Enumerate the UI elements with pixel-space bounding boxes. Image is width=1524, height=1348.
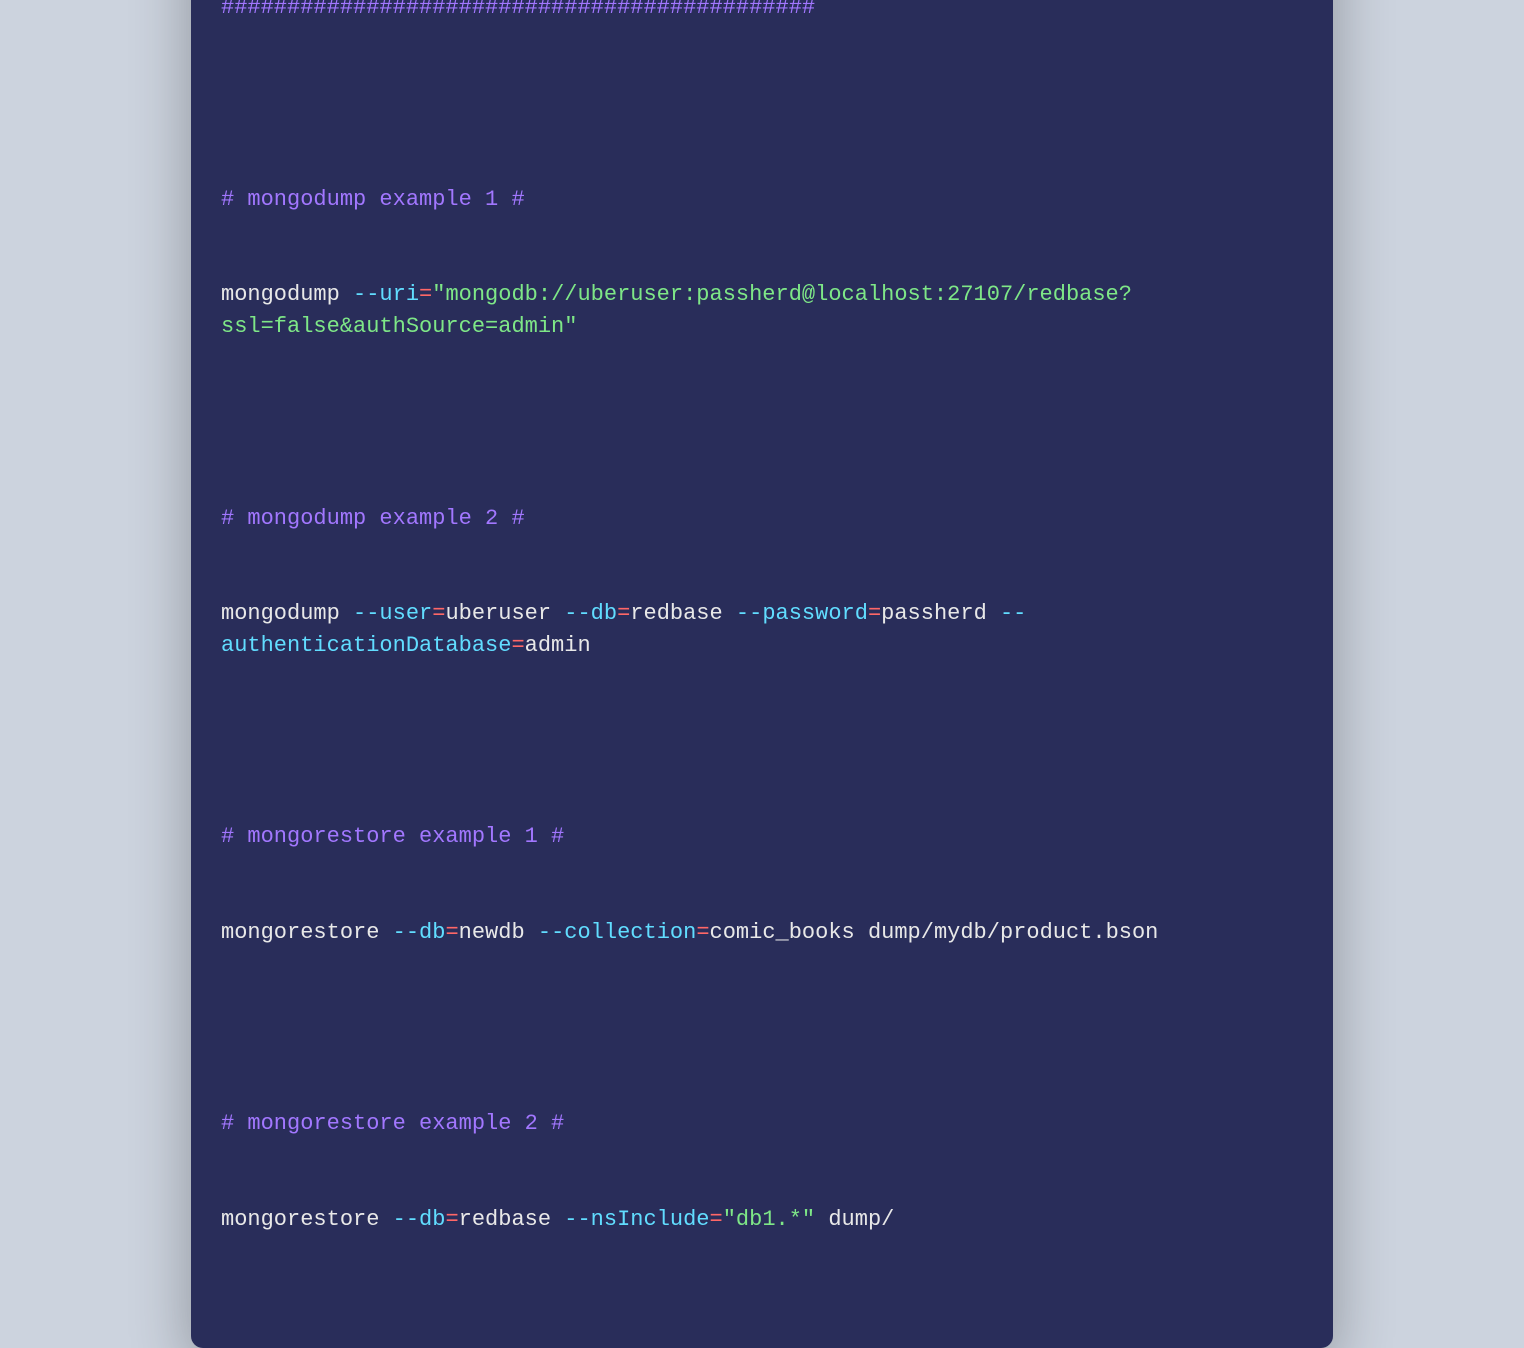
- flag-text: --db: [393, 920, 446, 945]
- val-text: redbase: [630, 601, 736, 626]
- header-hashline-bottom: ########################################…: [221, 0, 1303, 24]
- restore1-comment: # mongorestore example 1 #: [221, 821, 1303, 853]
- val-text: uberuser: [445, 601, 564, 626]
- terminal-content: ########################################…: [191, 0, 1333, 1348]
- eq-text: =: [868, 601, 881, 626]
- string-text: "db1.*": [723, 1207, 815, 1232]
- val-text: redbase: [459, 1207, 565, 1232]
- blank-line: [221, 407, 1303, 439]
- cmd-text: mongorestore: [221, 920, 393, 945]
- val-text: dump/: [815, 1207, 894, 1232]
- eq-text: =: [710, 1207, 723, 1232]
- cmd-text: mongodump: [221, 601, 353, 626]
- flag-text: --: [1000, 601, 1026, 626]
- blank-line: [221, 1013, 1303, 1045]
- eq-text: =: [511, 633, 524, 658]
- val-text: comic_books dump/mydb/product.bson: [710, 920, 1159, 945]
- restore2-command: mongorestore --db=redbase --nsInclude="d…: [221, 1204, 1303, 1236]
- flag-text: authenticationDatabase: [221, 633, 511, 658]
- dump1-comment: # mongodump example 1 #: [221, 184, 1303, 216]
- dump2-comment: # mongodump example 2 #: [221, 503, 1303, 535]
- eq-text: =: [445, 1207, 458, 1232]
- eq-text: =: [419, 282, 432, 307]
- eq-text: =: [617, 601, 630, 626]
- flag-text: --password: [736, 601, 868, 626]
- cmd-text: mongodump: [221, 282, 353, 307]
- eq-text: =: [696, 920, 709, 945]
- flag-text: --user: [353, 601, 432, 626]
- flag-text: --db: [393, 1207, 446, 1232]
- eq-text: =: [445, 920, 458, 945]
- blank-line: [221, 726, 1303, 758]
- val-text: newdb: [459, 920, 538, 945]
- flag-text: --db: [564, 601, 617, 626]
- restore1-command: mongorestore --db=newdb --collection=com…: [221, 917, 1303, 949]
- cmd-text: mongorestore: [221, 1207, 393, 1232]
- dump2-command: mongodump --user=uberuser --db=redbase -…: [221, 598, 1303, 662]
- flag-text: --collection: [538, 920, 696, 945]
- blank-line: [221, 88, 1303, 120]
- eq-text: =: [432, 601, 445, 626]
- dump1-command: mongodump --uri="mongodb://uberuser:pass…: [221, 279, 1303, 343]
- val-text: admin: [525, 633, 591, 658]
- restore2-comment: # mongorestore example 2 #: [221, 1108, 1303, 1140]
- val-text: passherd: [881, 601, 1000, 626]
- flag-text: --nsInclude: [564, 1207, 709, 1232]
- terminal-window: ########################################…: [191, 0, 1333, 1348]
- flag-text: --uri: [353, 282, 419, 307]
